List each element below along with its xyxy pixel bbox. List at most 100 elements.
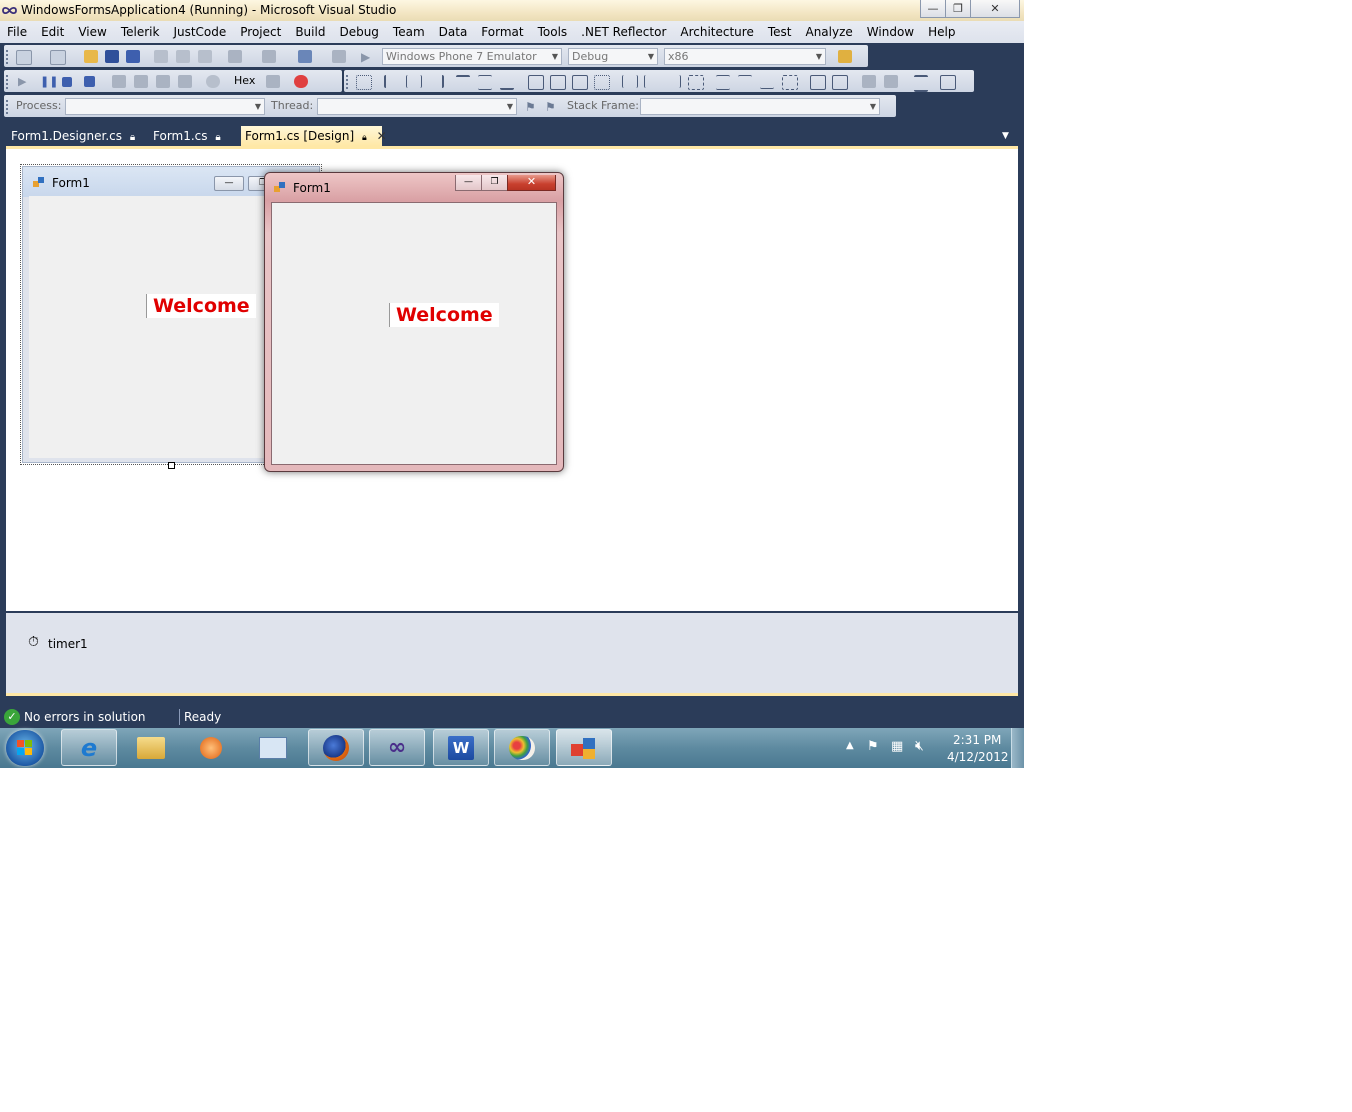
- taskbar-explorer[interactable]: [123, 729, 179, 766]
- threads-icon[interactable]: [266, 75, 280, 88]
- menu-analyze[interactable]: Analyze: [798, 21, 859, 43]
- running-close-button[interactable]: ✕: [507, 175, 556, 191]
- menu-telerik[interactable]: Telerik: [114, 21, 167, 43]
- running-minimize-button[interactable]: —: [455, 175, 482, 191]
- taskbar-firefox[interactable]: [308, 729, 364, 766]
- tab-order-icon[interactable]: [914, 75, 928, 92]
- vertical-spacing-equal-icon[interactable]: [716, 75, 730, 90]
- tab-overflow-icon[interactable]: ▼: [1002, 131, 1009, 141]
- center-vertically-icon[interactable]: [832, 75, 848, 90]
- decrease-horizontal-spacing-icon[interactable]: [666, 75, 681, 88]
- make-same-width-icon[interactable]: [528, 75, 544, 90]
- make-same-height-icon[interactable]: [550, 75, 566, 90]
- pause-icon[interactable]: ❚❚: [40, 75, 58, 88]
- size-to-grid-icon[interactable]: [594, 75, 610, 90]
- error-status[interactable]: No errors in solution: [24, 710, 146, 724]
- menu-architecture[interactable]: Architecture: [673, 21, 760, 43]
- remove-vertical-spacing-icon[interactable]: [782, 75, 798, 90]
- show-hidden-icons-icon[interactable]: ▲: [846, 740, 854, 751]
- align-middles-icon[interactable]: [478, 75, 492, 90]
- menu-team[interactable]: Team: [386, 21, 432, 43]
- increase-horizontal-spacing-icon[interactable]: [644, 75, 659, 88]
- find-in-files-icon[interactable]: [838, 50, 852, 63]
- add-item-icon[interactable]: [50, 50, 66, 65]
- taskbar-running-app[interactable]: [556, 729, 612, 766]
- toolbar-grip[interactable]: [6, 75, 11, 89]
- menu-net-reflector[interactable]: .NET Reflector: [574, 21, 673, 43]
- continue-icon[interactable]: ▶: [18, 75, 32, 88]
- menu-test[interactable]: Test: [761, 21, 799, 43]
- save-all-icon[interactable]: [126, 50, 140, 63]
- tab-form1-designer-cs[interactable]: Form1.Designer.cs 🔒︎: [1, 126, 135, 146]
- copy-icon[interactable]: [176, 50, 190, 63]
- show-desktop-button[interactable]: [1011, 728, 1024, 768]
- make-same-size-icon[interactable]: [572, 75, 588, 90]
- restart-icon[interactable]: [84, 76, 95, 87]
- menu-view[interactable]: View: [71, 21, 113, 43]
- taskbar-media-player[interactable]: [183, 729, 239, 766]
- toolbar-grip[interactable]: [6, 50, 11, 64]
- close-tab-icon[interactable]: ✕: [377, 129, 387, 143]
- platform-combo[interactable]: Windows Phone 7 Emulator ▼: [382, 48, 562, 65]
- navigate-forward-icon[interactable]: [332, 50, 346, 63]
- hex-toggle[interactable]: Hex: [234, 74, 255, 87]
- configuration-combo[interactable]: Debug ▼: [568, 48, 658, 65]
- menu-format[interactable]: Format: [474, 21, 530, 43]
- clock-time[interactable]: 2:31 PM: [953, 733, 1001, 747]
- menu-file[interactable]: File: [0, 21, 34, 43]
- taskbar-internet-explorer[interactable]: e: [61, 729, 117, 766]
- menu-window[interactable]: Window: [860, 21, 921, 43]
- align-rights-icon[interactable]: [428, 75, 444, 88]
- close-button[interactable]: ✕: [970, 0, 1020, 18]
- decrease-vertical-spacing-icon[interactable]: [760, 75, 774, 89]
- step-out-icon[interactable]: [178, 75, 192, 88]
- tab-form1-cs-design[interactable]: Form1.cs [Design] 🔒︎ ✕: [241, 126, 387, 146]
- step-over-icon[interactable]: [156, 75, 170, 88]
- flag-thread-icon[interactable]: ⚑: [525, 100, 539, 114]
- breakpoints-icon[interactable]: [294, 75, 308, 88]
- show-next-statement-icon[interactable]: [112, 75, 126, 88]
- bring-to-front-icon[interactable]: [862, 75, 876, 88]
- timer1-component[interactable]: timer1: [48, 637, 88, 651]
- minimize-button[interactable]: —: [920, 0, 946, 18]
- menu-debug[interactable]: Debug: [332, 21, 385, 43]
- taskbar-remote-desktop[interactable]: [245, 729, 301, 766]
- running-form-window[interactable]: Form1 — ❐ ✕ Welcome: [264, 172, 564, 472]
- align-centers-icon[interactable]: [406, 75, 422, 88]
- running-maximize-button[interactable]: ❐: [481, 175, 508, 191]
- action-center-icon[interactable]: ⚑: [867, 739, 879, 754]
- stack-frame-combo[interactable]: ▼: [640, 98, 880, 115]
- cut-icon[interactable]: [154, 50, 168, 63]
- menu-help[interactable]: Help: [921, 21, 962, 43]
- clock-date[interactable]: 4/12/2012: [947, 750, 1009, 764]
- toolbar-grip[interactable]: [6, 100, 11, 114]
- menu-data[interactable]: Data: [432, 21, 475, 43]
- paste-icon[interactable]: [198, 50, 212, 63]
- menu-justcode[interactable]: JustCode: [166, 21, 233, 43]
- resize-handle[interactable]: [168, 462, 175, 469]
- align-bottoms-icon[interactable]: [500, 75, 514, 90]
- align-lefts-icon[interactable]: [384, 75, 400, 88]
- center-horizontally-icon[interactable]: [810, 75, 826, 90]
- send-to-back-icon[interactable]: [884, 75, 898, 88]
- thread-combo[interactable]: ▼: [317, 98, 517, 115]
- restore-button[interactable]: ❐: [945, 0, 971, 18]
- tab-form1-cs[interactable]: Form1.cs 🔒︎: [143, 126, 221, 146]
- stop-icon[interactable]: [62, 77, 72, 87]
- align-tops-icon[interactable]: [456, 75, 470, 90]
- volume-muted-icon[interactable]: 🔇︎: [915, 738, 924, 754]
- open-file-icon[interactable]: [84, 50, 98, 63]
- taskbar-visual-studio[interactable]: ∞: [369, 729, 425, 766]
- remove-horizontal-spacing-icon[interactable]: [688, 75, 704, 90]
- cpu-combo[interactable]: x86 ▼: [664, 48, 826, 65]
- flag-just-my-code-icon[interactable]: ⚑: [545, 100, 559, 114]
- navigate-backward-icon[interactable]: [298, 50, 312, 63]
- start-button[interactable]: [6, 730, 44, 766]
- quickwatch-icon[interactable]: [206, 75, 220, 88]
- taskbar-paint[interactable]: [494, 729, 550, 766]
- menu-project[interactable]: Project: [233, 21, 288, 43]
- align-to-grid-icon[interactable]: [356, 75, 372, 90]
- process-combo[interactable]: ▼: [65, 98, 265, 115]
- new-project-icon[interactable]: [16, 50, 32, 65]
- designer-welcome-label[interactable]: Welcome: [146, 294, 256, 318]
